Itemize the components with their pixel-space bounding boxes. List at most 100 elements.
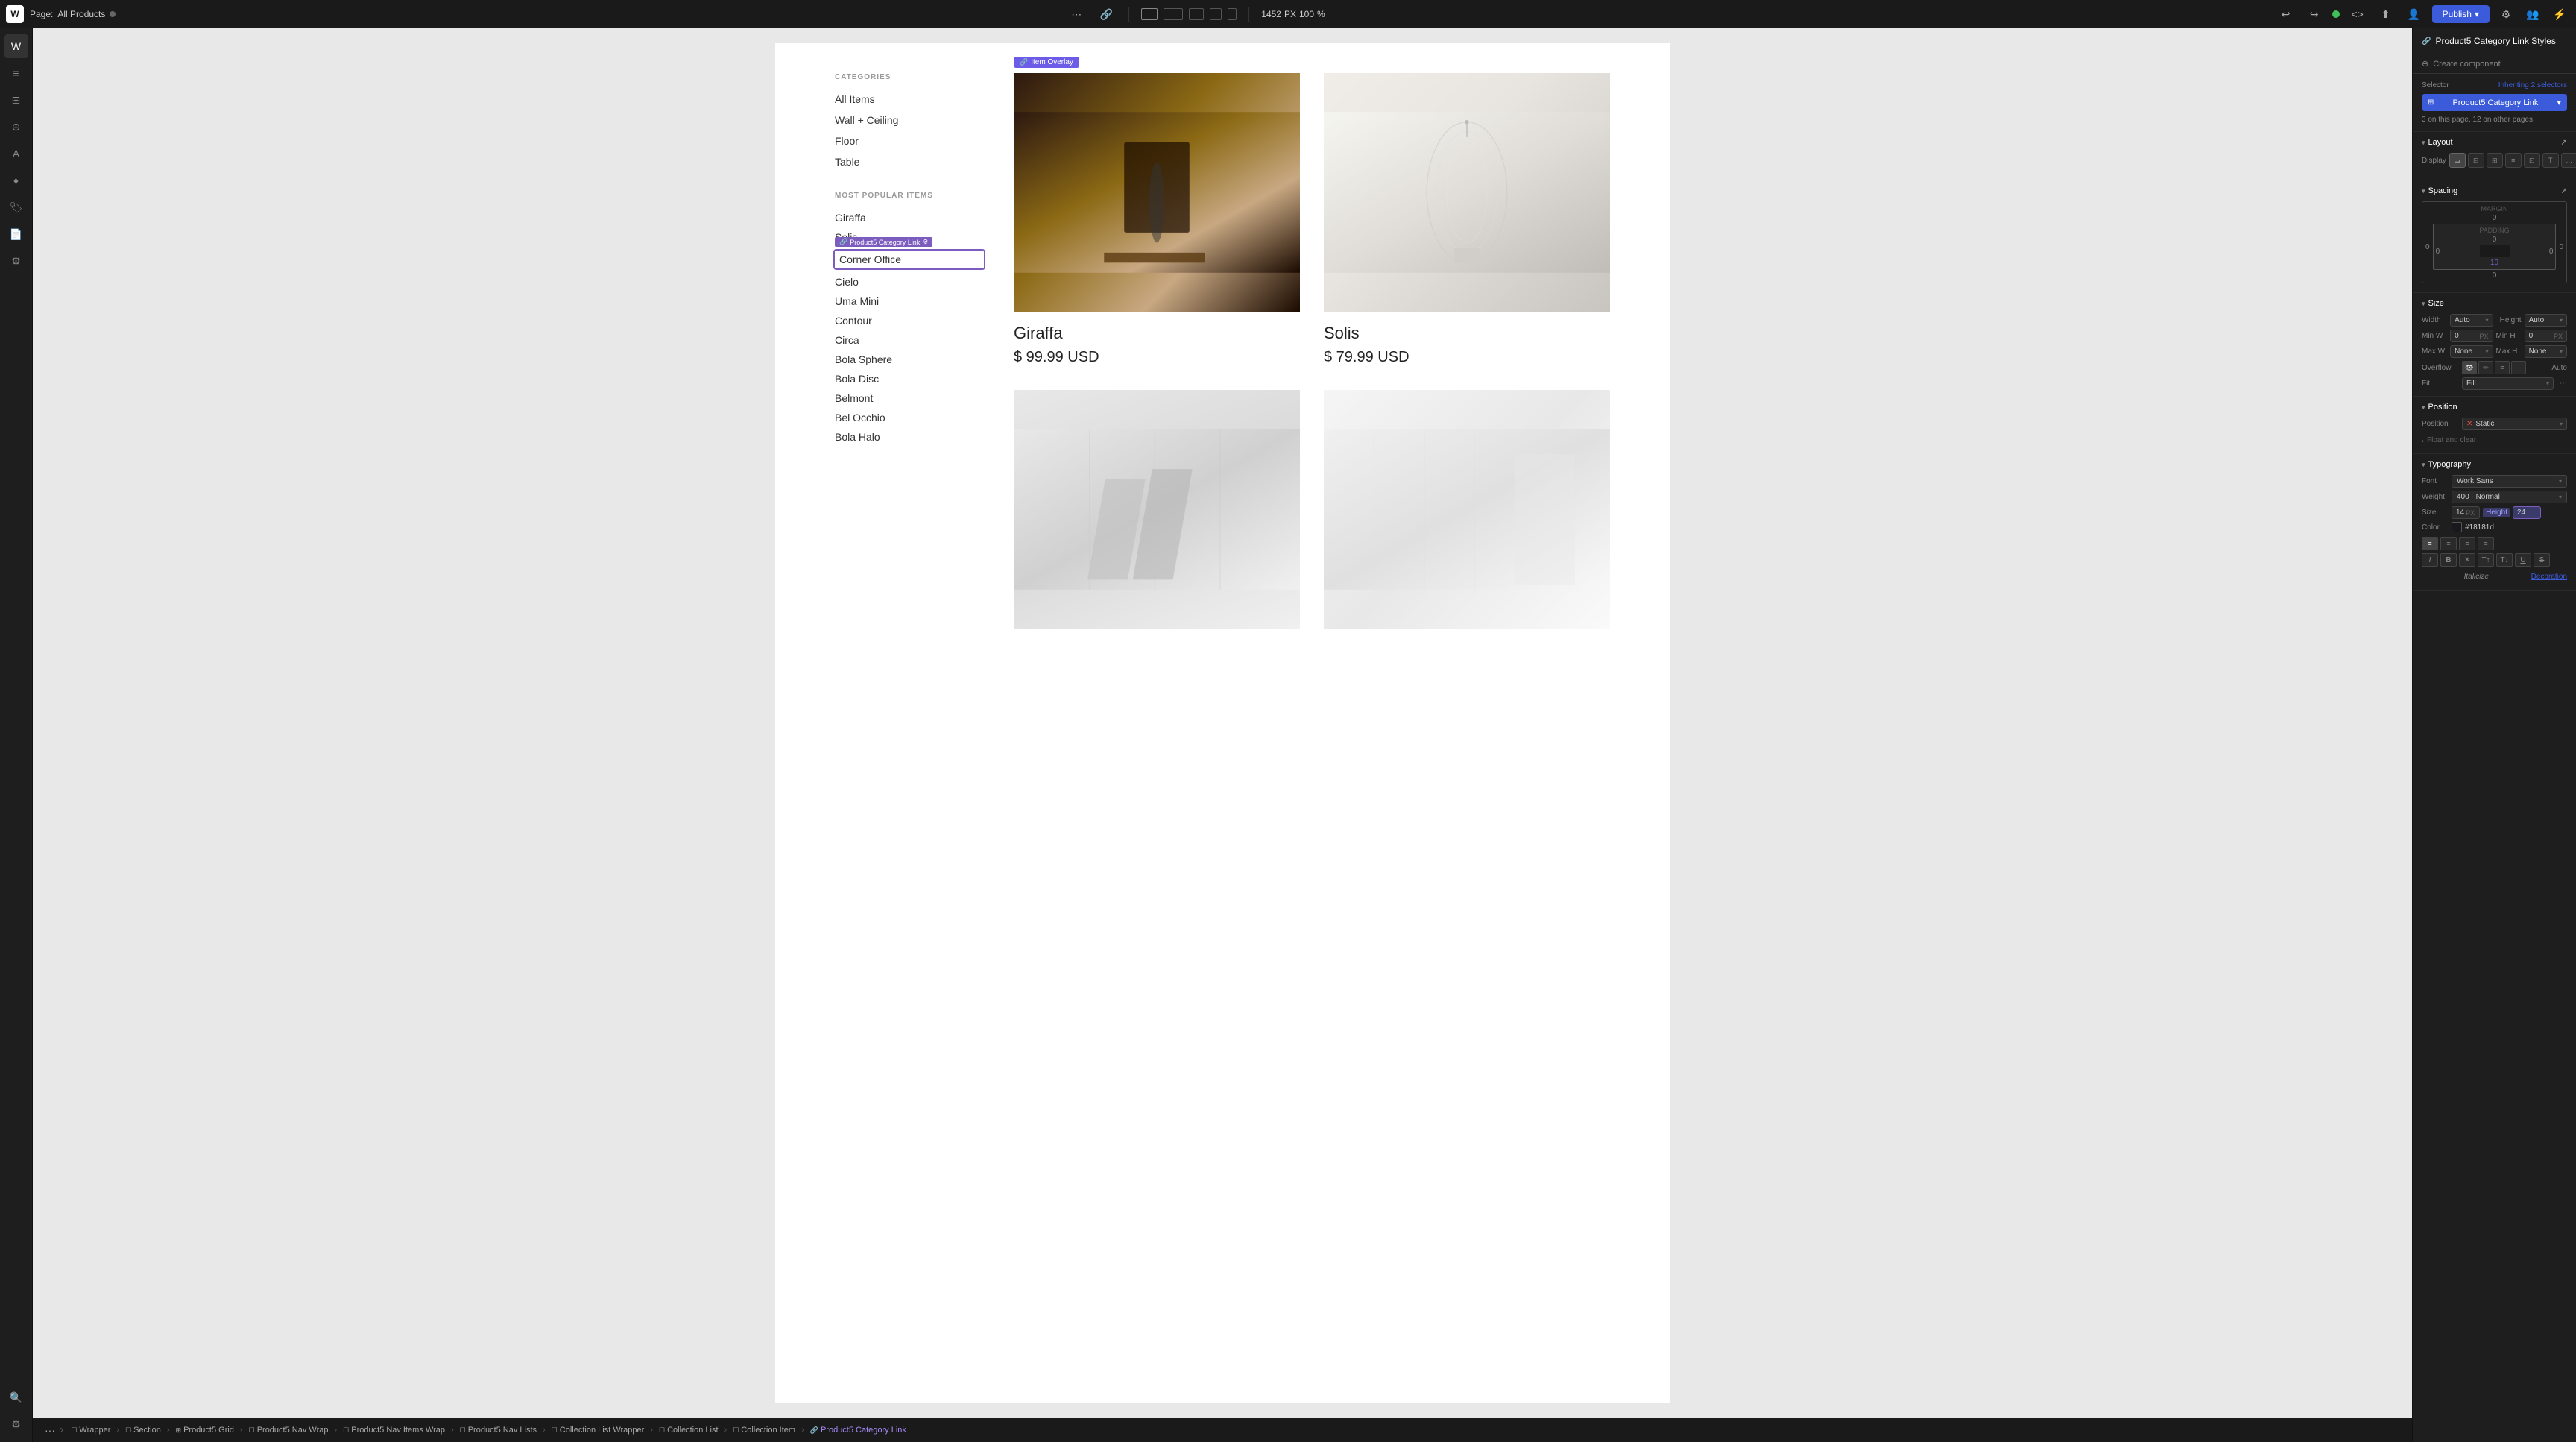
breadcrumb-product5-nav-items-wrap[interactable]: ☐ Product5 Nav Items Wrap xyxy=(337,1418,451,1442)
sidebar-icon-components[interactable]: ♦ xyxy=(4,169,28,192)
product-card-4[interactable] xyxy=(1324,390,1610,629)
popular-item-bola-sphere[interactable]: Bola Sphere xyxy=(835,353,984,365)
align-btn-justify[interactable]: ≡ xyxy=(2478,537,2494,550)
topbar-link-icon[interactable]: 🔗 xyxy=(1096,4,1117,25)
display-btn-more[interactable]: … xyxy=(2561,153,2576,168)
product-card-solis[interactable]: Solis $ 79.99 USD xyxy=(1324,73,1610,366)
layout-expand-icon[interactable]: ↗ xyxy=(2561,139,2567,147)
breadcrumb-section[interactable]: ☐ Section xyxy=(119,1418,167,1442)
maxw-input[interactable]: None ▾ xyxy=(2450,345,2493,358)
people-icon[interactable]: 👥 xyxy=(2522,4,2543,25)
fit-more-icon[interactable]: ⋯ xyxy=(2560,380,2567,388)
sidebar-icon-layers[interactable]: ≡ xyxy=(4,61,28,85)
size-section-header[interactable]: ▾ Size xyxy=(2422,299,2567,308)
breadcrumb-collection-list-wrapper[interactable]: ☐ Collection List Wrapper xyxy=(546,1418,651,1442)
product-card-3[interactable] xyxy=(1014,390,1300,629)
overflow-icon-more[interactable]: ⋯ xyxy=(2511,361,2526,374)
width-input[interactable]: Auto ▾ xyxy=(2450,314,2493,327)
selectors-count[interactable]: Inheriting 2 selectors xyxy=(2498,81,2567,89)
breadcrumb-dots[interactable]: ··· xyxy=(42,1424,58,1436)
sidebar-icon-ecommerce[interactable]: 🏷 xyxy=(4,195,28,219)
display-btn-none[interactable]: ⊡ xyxy=(2524,153,2540,168)
display-btn-grid[interactable]: ⊞ xyxy=(2487,153,2503,168)
sidebar-icon-cms[interactable]: 📄 xyxy=(4,222,28,246)
color-swatch[interactable] xyxy=(2452,522,2462,532)
size-px-input[interactable]: 14 PX xyxy=(2452,506,2480,519)
popular-item-contour[interactable]: Contour xyxy=(835,315,984,327)
sidebar-icon-settings[interactable]: ⚙ xyxy=(4,249,28,273)
user-icon[interactable]: 👤 xyxy=(2404,4,2425,25)
display-btn-text[interactable]: T xyxy=(2542,153,2559,168)
popular-item-bola-disc[interactable]: Bola Disc xyxy=(835,373,984,385)
maxh-input[interactable]: None ▾ xyxy=(2525,345,2567,358)
publish-button[interactable]: Publish ▾ xyxy=(2432,5,2490,23)
device-desktop-icon[interactable] xyxy=(1141,8,1158,20)
breadcrumb-collection-list[interactable]: ☐ Collection List xyxy=(653,1418,724,1442)
breadcrumb-product5-grid[interactable]: ⊞ Product5 Grid xyxy=(170,1418,240,1442)
breadcrumb-product5-category-link[interactable]: 🔗 Product5 Category Link xyxy=(804,1418,912,1442)
nav-item-floor[interactable]: Floor xyxy=(835,135,984,147)
sidebar-icon-bottom-settings[interactable]: ⚙ xyxy=(4,1412,28,1436)
line-height-input[interactable]: 24 xyxy=(2513,506,2541,519)
popular-item-corner-office[interactable]: 🔗 Product5 Category Link ⚙ Corner Office xyxy=(835,251,984,268)
breadcrumb-product5-nav-wrap[interactable]: ☐ Product5 Nav Wrap xyxy=(243,1418,335,1442)
popular-item-cielo[interactable]: Cielo xyxy=(835,276,984,288)
component-badge-gear-icon[interactable]: ⚙ xyxy=(922,238,928,246)
popular-item-giraffa[interactable]: Giraffa xyxy=(835,212,984,224)
minh-input[interactable]: 0 PX xyxy=(2525,330,2567,342)
sidebar-icon-add[interactable]: ⊕ xyxy=(4,115,28,139)
sidebar-icon-home[interactable]: W xyxy=(4,34,28,58)
selector-box[interactable]: ⊞ Product5 Category Link ▾ xyxy=(2422,94,2567,111)
breadcrumb-wrapper[interactable]: ☐ Wrapper xyxy=(65,1418,116,1442)
display-btn-inline[interactable]: ≡ xyxy=(2505,153,2522,168)
sidebar-icon-search[interactable]: 🔍 xyxy=(4,1385,28,1409)
overflow-icon-scroll[interactable]: ≡ xyxy=(2495,361,2510,374)
export-icon[interactable]: ⬆ xyxy=(2375,4,2396,25)
style-btn-underline[interactable]: U xyxy=(2515,553,2531,567)
float-clear-label[interactable]: › Float and clear xyxy=(2422,436,2567,444)
nav-item-wall[interactable]: Wall + Ceiling xyxy=(835,114,984,126)
popular-item-bel-occhio[interactable]: Bel Occhio xyxy=(835,412,984,424)
device-wide-icon[interactable] xyxy=(1164,8,1183,20)
layout-section-header[interactable]: ▾ Layout ↗ xyxy=(2422,138,2567,147)
overflow-icon-edit[interactable]: ✏ xyxy=(2478,361,2493,374)
popular-item-uma-mini[interactable]: Uma Mini xyxy=(835,295,984,307)
device-tablet-icon[interactable] xyxy=(1189,8,1204,20)
breadcrumb-collection-item[interactable]: ☐ Collection Item xyxy=(727,1418,801,1442)
spacing-expand-icon[interactable]: ↗ xyxy=(2561,187,2567,195)
style-btn-strike[interactable]: S xyxy=(2534,553,2550,567)
device-mobile-wide-icon[interactable] xyxy=(1210,8,1222,20)
popular-item-circa[interactable]: Circa xyxy=(835,334,984,346)
style-btn-sub[interactable]: T↓ xyxy=(2496,553,2513,567)
redo-icon[interactable]: ↪ xyxy=(2304,4,2325,25)
popular-item-belmont[interactable]: Belmont xyxy=(835,392,984,404)
minw-input[interactable]: 0 PX xyxy=(2450,330,2493,342)
align-btn-left[interactable]: ≡ xyxy=(2422,537,2438,550)
position-select[interactable]: ✕ Static ▾ xyxy=(2462,418,2567,430)
fit-select[interactable]: Fill ▾ xyxy=(2462,377,2554,390)
style-btn-super[interactable]: T↑ xyxy=(2478,553,2494,567)
position-section-header[interactable]: ▾ Position xyxy=(2422,403,2567,412)
overflow-icon-visible[interactable]: 👁 xyxy=(2462,361,2477,374)
settings-icon[interactable]: ⚙ xyxy=(2496,4,2516,25)
align-btn-right[interactable]: ≡ xyxy=(2459,537,2475,550)
weight-select[interactable]: 400 · Normal ▾ xyxy=(2452,491,2567,503)
nav-item-all[interactable]: All Items xyxy=(835,93,984,105)
breadcrumb-product5-nav-lists[interactable]: ☐ Product5 Nav Lists xyxy=(454,1418,543,1442)
device-mobile-icon[interactable] xyxy=(1228,8,1237,20)
popular-item-bola-halo[interactable]: Bola Halo xyxy=(835,431,984,443)
height-input[interactable]: Auto ▾ xyxy=(2525,314,2567,327)
sidebar-icon-grid[interactable]: ⊞ xyxy=(4,88,28,112)
style-btn-italic[interactable]: I xyxy=(2422,553,2438,567)
spacing-section-header[interactable]: ▾ Spacing ↗ xyxy=(2422,186,2567,195)
more-icon[interactable]: ⚡ xyxy=(2549,4,2570,25)
typography-section-header[interactable]: ▾ Typography xyxy=(2422,460,2567,469)
code-icon[interactable]: <> xyxy=(2347,4,2368,25)
product-card-giraffa[interactable]: Giraffa $ 99.99 USD xyxy=(1014,73,1300,366)
style-btn-bold[interactable]: B xyxy=(2440,553,2457,567)
display-btn-block[interactable]: ▭ xyxy=(2449,153,2466,168)
align-btn-center[interactable]: ≡ xyxy=(2440,537,2457,550)
sidebar-icon-text[interactable]: A xyxy=(4,142,28,166)
display-btn-flex[interactable]: ⊟ xyxy=(2468,153,2484,168)
nav-item-table[interactable]: Table xyxy=(835,156,984,168)
